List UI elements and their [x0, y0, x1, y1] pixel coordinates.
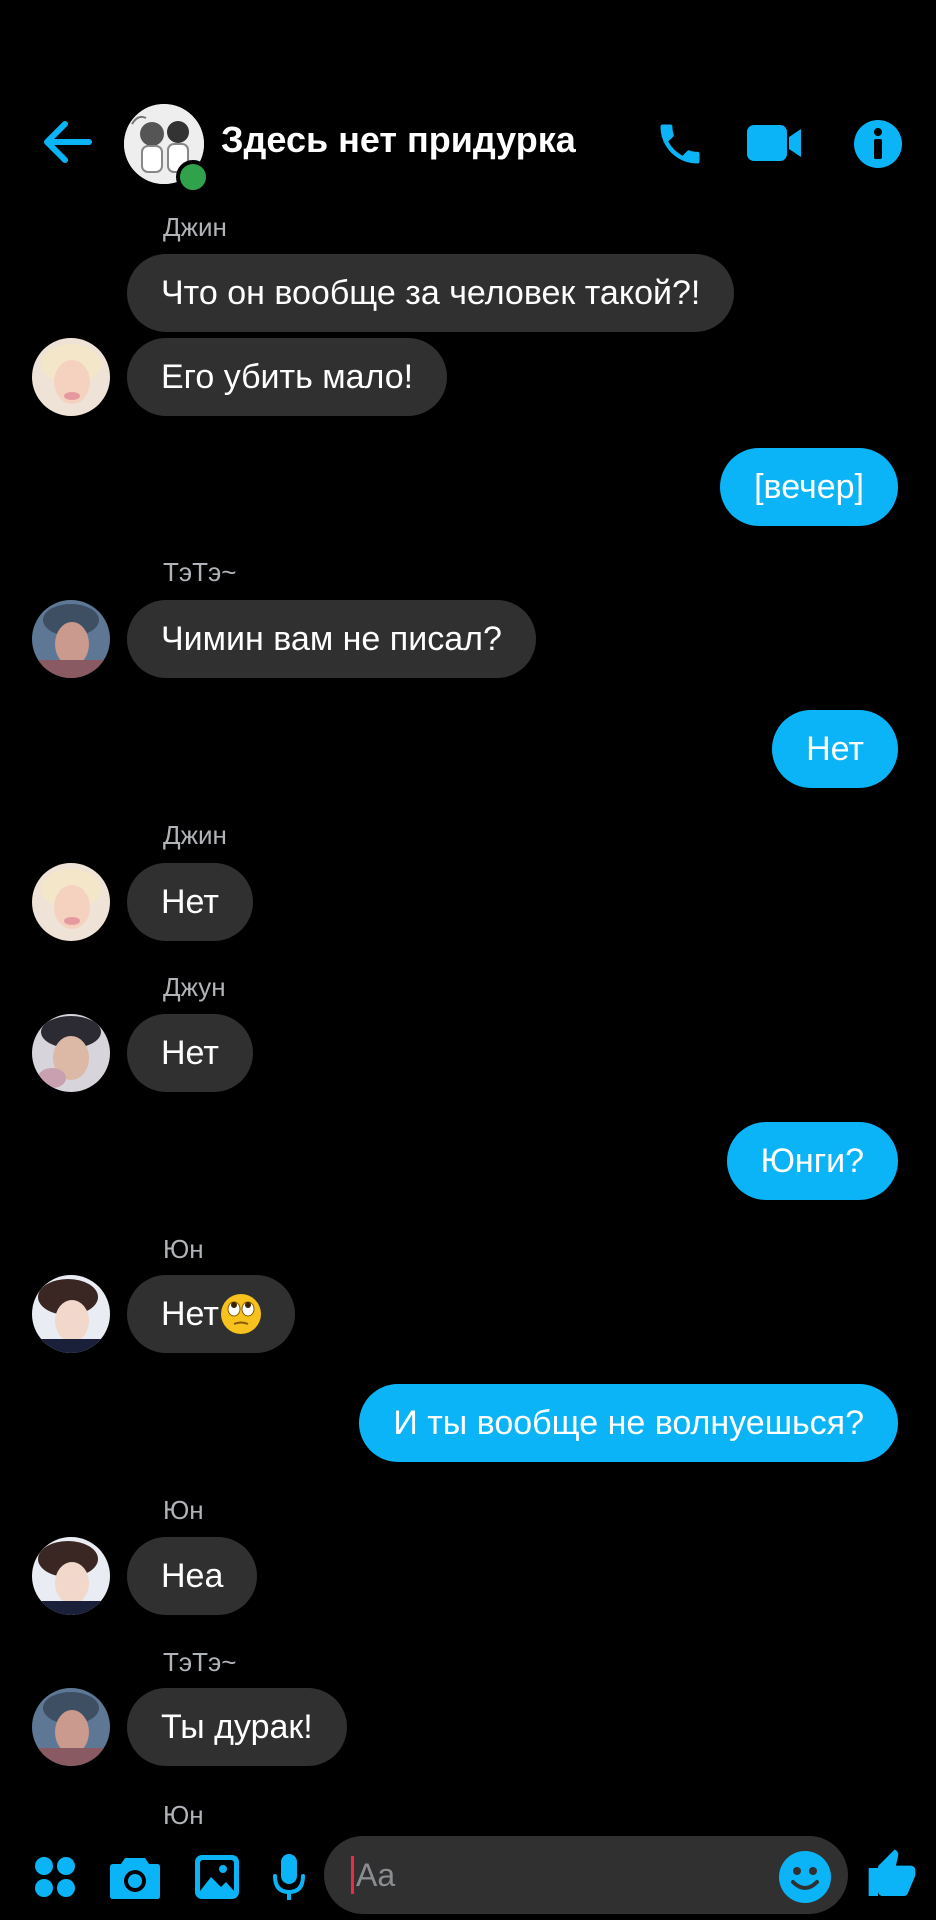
message-bubble-outgoing[interactable]: [вечер] — [720, 448, 898, 526]
avatar-yoon-image — [32, 1537, 110, 1615]
avatar[interactable] — [32, 600, 110, 678]
avatar[interactable] — [32, 863, 110, 941]
avatar-jin-image — [32, 338, 110, 416]
gallery-button[interactable] — [190, 1850, 244, 1904]
sender-name: Джун — [163, 972, 226, 1002]
message-bubble[interactable]: Неа — [127, 1537, 258, 1615]
apps-grid-icon — [35, 1857, 75, 1897]
message-bubble[interactable]: Ты дурак! — [127, 1688, 347, 1766]
conversation-title[interactable]: Здесь нет придурка — [221, 119, 576, 161]
message-bubble-outgoing[interactable]: И ты вообще не волнуешься? — [359, 1384, 898, 1462]
message-bubble[interactable]: Его убить мало! — [127, 338, 448, 416]
message-bubble[interactable]: Нет — [127, 1275, 295, 1353]
sender-name: ТэТэ~ — [163, 557, 237, 587]
avatar-tete-image — [32, 600, 110, 678]
emoji-icon — [779, 1851, 831, 1903]
video-camera-icon — [747, 125, 801, 161]
microphone-icon — [273, 1854, 305, 1900]
back-arrow-icon — [44, 121, 92, 163]
thumbs-up-icon — [868, 1849, 916, 1896]
voice-call-button[interactable] — [652, 116, 708, 172]
avatar[interactable] — [32, 338, 110, 416]
back-button[interactable] — [40, 118, 96, 166]
avatar-tete-image — [32, 1688, 110, 1766]
message-input[interactable] — [324, 1836, 848, 1914]
video-call-button[interactable] — [745, 118, 805, 168]
emoji-button[interactable] — [776, 1848, 834, 1906]
info-icon — [854, 120, 902, 168]
avatar[interactable] — [32, 1275, 110, 1353]
sender-name: Джин — [163, 212, 227, 242]
sender-name: ТэТэ~ — [163, 1647, 237, 1677]
more-actions-button[interactable] — [30, 1852, 80, 1902]
message-bubble[interactable]: Что он вообще за человек такой?! — [127, 254, 735, 332]
message-bubble[interactable]: Нет — [127, 863, 253, 941]
camera-button[interactable] — [108, 1850, 162, 1904]
avatar[interactable] — [32, 1014, 110, 1092]
gallery-icon — [195, 1855, 239, 1899]
avatar-jun-image — [32, 1014, 110, 1092]
message-text: Нет — [161, 1294, 219, 1333]
avatar-yoon-image — [32, 1275, 110, 1353]
message-bubble-outgoing[interactable]: Нет — [772, 710, 898, 788]
sender-name: Джин — [163, 820, 227, 850]
message-bubble[interactable]: Чимин вам не писал? — [127, 600, 536, 678]
avatar-jin-image — [32, 863, 110, 941]
sender-name: Юн — [163, 1800, 204, 1830]
sender-name: Юн — [163, 1234, 204, 1264]
message-bubble[interactable]: Нет — [127, 1014, 253, 1092]
message-input-placeholder: Aa — [356, 1857, 396, 1893]
phone-icon — [660, 124, 700, 164]
face-with-rolling-eyes-icon — [220, 1294, 261, 1334]
conversation-info-button[interactable] — [850, 116, 906, 172]
camera-icon — [110, 1858, 160, 1899]
avatar[interactable] — [32, 1537, 110, 1615]
message-bubble-outgoing[interactable]: Юнги? — [726, 1122, 898, 1200]
voice-message-button[interactable] — [266, 1850, 312, 1904]
like-button[interactable] — [862, 1844, 922, 1906]
online-status-indicator — [176, 160, 210, 194]
sender-name: Юн — [163, 1495, 204, 1525]
avatar[interactable] — [32, 1688, 110, 1766]
text-cursor — [351, 1856, 354, 1894]
